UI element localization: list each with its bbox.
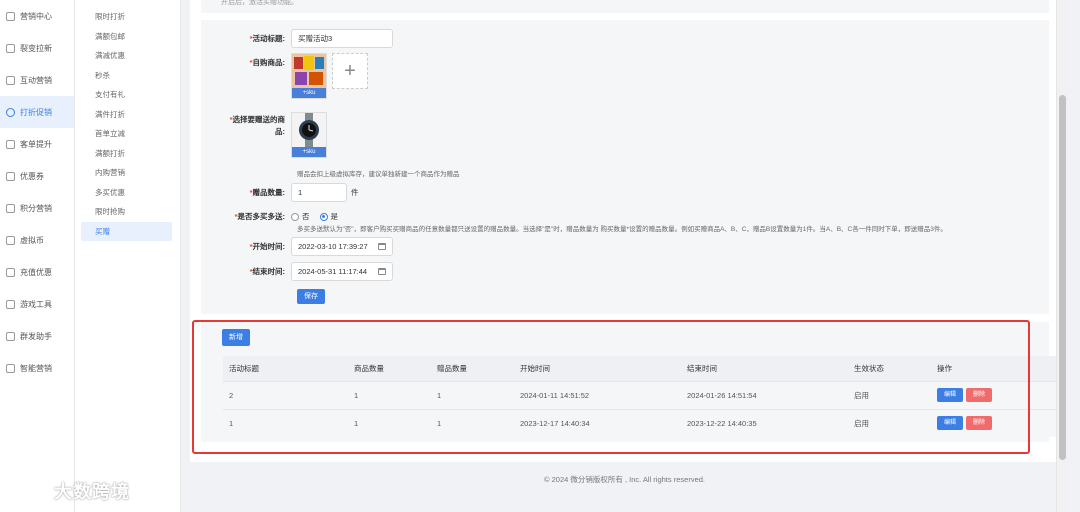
start-time-input[interactable]: 2022-03-10 17:39:27 [291,237,393,256]
table-row: 2 1 1 2024-01-11 14:51:52 2024-01-26 14:… [223,381,1059,409]
submenu-item[interactable]: 满额包邮 [81,27,172,47]
save-button[interactable]: 保存 [297,289,325,304]
sidebar-item-virtual-coin[interactable]: 虚拟币 [0,224,74,256]
col-header: 结束时间 [687,363,717,373]
home-icon [6,75,15,85]
content-card: 开启后，激活买赠功能。 *活动标题: 买赠活动3 *自购商品: +sku + *… [190,0,1060,462]
submenu-item[interactable]: 限时打折 [81,7,172,27]
game-icon [6,299,15,309]
calendar-icon [378,268,386,275]
footer-copyright: © 2024 微分销版权所有 , Inc. All rights reserve… [544,475,705,484]
watermark-logo-icon [10,482,46,501]
scrollbar-thumb[interactable] [1059,95,1066,460]
main-sidebar: 营销中心 裂变拉新 互动营销 打折促销 客单提升 优惠券 积分营销 虚拟币 充值… [0,0,75,512]
gift-qty-input[interactable]: 1 [291,183,347,202]
radio-no[interactable] [291,212,299,221]
col-header: 赠品数量 [437,363,467,373]
watch-image [292,113,326,147]
gift-form: *活动标题: 买赠活动3 *自购商品: +sku + *选择要赠送的商 品: +… [201,20,1049,314]
settings-icon [6,43,15,53]
main-area: 开启后，激活买赠功能。 *活动标题: 买赠活动3 *自购商品: +sku + *… [181,0,1068,512]
activity-table-panel: 新增 活动标题 商品数量 赠品数量 开始时间 结束时间 生效状态 操作 2 1 … [201,322,1059,442]
calendar-icon [378,243,386,250]
add-product-icon[interactable]: + [332,53,368,89]
table-header: 活动标题 商品数量 赠品数量 开始时间 结束时间 生效状态 操作 [223,356,1059,381]
coupon-icon [6,171,15,181]
sidebar-item-interactive[interactable]: 互动营销 [0,64,74,96]
submenu-item[interactable]: 支付有礼 [81,85,172,105]
discount-icon [6,107,15,117]
points-icon [6,203,15,213]
radio-yes[interactable] [319,212,328,221]
sidebar-item-smart[interactable]: 智能营销 [0,352,74,384]
sidebar-item-fission[interactable]: 裂变拉新 [0,32,74,64]
submenu-item[interactable]: 首单立减 [81,124,172,144]
gift-product-label: *选择要赠送的商 品: [229,115,285,136]
submenu-item[interactable]: 限时抢购 [81,202,172,222]
submenu-item[interactable]: 内购营销 [81,163,172,183]
multi-hint: 多买多送默认为"否"，即客户购买买赠商品的任意数量都只送设置的赠品数量。当选择"… [297,226,947,233]
col-header: 活动标题 [229,363,259,373]
sku-button[interactable]: +sku [292,147,326,157]
sku-button[interactable]: +sku [292,88,326,98]
submenu-item[interactable]: 秒杀 [81,66,172,86]
end-time-input[interactable]: 2024-05-31 11:17:44 [291,262,393,281]
watermark: 大数跨境 [8,478,130,504]
sidebar-item-game-tools[interactable]: 游戏工具 [0,288,74,320]
col-header: 商品数量 [354,363,384,373]
col-header: 生效状态 [854,363,884,373]
gift-qty-label: *赠品数量: [249,188,285,197]
sidebar-item-order-boost[interactable]: 客单提升 [0,128,74,160]
new-button[interactable]: 新增 [222,329,250,346]
top-tip: 开启后，激活买赠功能。 [201,0,1049,13]
col-header: 操作 [937,363,952,373]
sidebar-item-discount[interactable]: 打折促销 [0,96,74,128]
table-row: 1 1 1 2023-12-17 14:40:34 2023-12-22 14:… [223,409,1059,437]
coin-icon [6,235,15,245]
title-input[interactable]: 买赠活动3 [291,29,393,48]
submenu-item[interactable]: 满额打折 [81,144,172,164]
edit-button[interactable]: 编辑 [937,388,963,402]
sidebar-item-broadcast[interactable]: 群发助手 [0,320,74,352]
activity-table: 活动标题 商品数量 赠品数量 开始时间 结束时间 生效状态 操作 2 1 1 2 [223,356,1059,437]
recharge-icon [6,267,15,277]
edit-button[interactable]: 编辑 [937,416,963,431]
sub-sidebar: 限时打折 满额包邮 满减优惠 秒杀 支付有礼 满件打折 首单立减 满额打折 内购… [75,0,181,512]
submenu-item[interactable]: 多买优惠 [81,183,172,203]
submenu-item[interactable]: 满减优惠 [81,46,172,66]
start-label: *开始时间: [249,242,285,251]
gift-hint: 赠品会扣上级虚拟库存，建议单独新建一个商品作为赠品 [297,171,460,178]
sidebar-item-recharge[interactable]: 充值优惠 [0,256,74,288]
vertical-scrollbar[interactable] [1056,0,1068,512]
broadcast-icon [6,331,15,341]
sidebar-item-marketing-center[interactable]: 营销中心 [0,0,74,32]
gift-product-thumb[interactable]: +sku [291,112,327,158]
multi-label: *是否多买多送: [234,212,285,221]
delete-button[interactable]: 删除 [966,416,992,431]
product-image [292,54,326,88]
end-label: *结束时间: [249,267,285,276]
delete-button[interactable]: 删除 [966,388,992,402]
sidebar-item-coupon[interactable]: 优惠券 [0,160,74,192]
check-square-icon [6,11,15,21]
sidebar-item-points[interactable]: 积分营销 [0,192,74,224]
col-header: 开始时间 [520,363,550,373]
self-product-label: *自购商品: [249,58,285,67]
smart-icon [6,363,15,373]
submenu-item[interactable]: 满件打折 [81,105,172,125]
doc-icon [6,139,15,149]
gift-qty-unit: 件 [351,188,359,197]
title-label: *活动标题: [249,34,285,43]
submenu-item-active[interactable]: 买赠 [81,221,172,241]
self-product-thumb[interactable]: +sku [291,53,327,99]
